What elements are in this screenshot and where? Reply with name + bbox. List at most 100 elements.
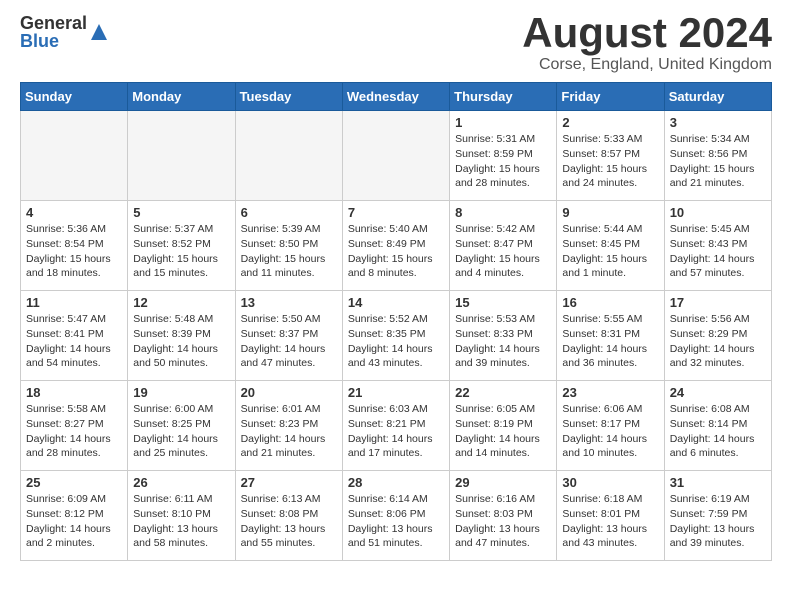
calendar-cell: 30Sunrise: 6:18 AM Sunset: 8:01 PM Dayli…	[557, 471, 664, 561]
calendar-cell: 2Sunrise: 5:33 AM Sunset: 8:57 PM Daylig…	[557, 111, 664, 201]
calendar-cell: 28Sunrise: 6:14 AM Sunset: 8:06 PM Dayli…	[342, 471, 449, 561]
cell-info: Sunrise: 6:05 AM Sunset: 8:19 PM Dayligh…	[455, 402, 551, 461]
day-number: 29	[455, 475, 551, 490]
cell-info: Sunrise: 5:47 AM Sunset: 8:41 PM Dayligh…	[26, 312, 122, 371]
day-of-week-header: Wednesday	[342, 83, 449, 111]
day-of-week-header: Saturday	[664, 83, 771, 111]
day-number: 10	[670, 205, 766, 220]
day-number: 26	[133, 475, 229, 490]
cell-info: Sunrise: 6:08 AM Sunset: 8:14 PM Dayligh…	[670, 402, 766, 461]
cell-info: Sunrise: 5:40 AM Sunset: 8:49 PM Dayligh…	[348, 222, 444, 281]
cell-info: Sunrise: 5:39 AM Sunset: 8:50 PM Dayligh…	[241, 222, 337, 281]
cell-info: Sunrise: 5:44 AM Sunset: 8:45 PM Dayligh…	[562, 222, 658, 281]
calendar-cell: 22 Sunrise: 6:05 AM Sunset: 8:19 PM Dayli…	[450, 381, 557, 471]
calendar-cell	[342, 111, 449, 201]
calendar-table: SundayMondayTuesdayWednesdayThursdayFrid…	[20, 82, 772, 561]
page-header: General Blue August 2024 Corse, England,…	[20, 10, 772, 74]
cell-info: Sunrise: 6:13 AM Sunset: 8:08 PM Dayligh…	[241, 492, 337, 551]
cell-info: Sunrise: 6:03 AM Sunset: 8:21 PM Dayligh…	[348, 402, 444, 461]
calendar-cell: 1 Sunrise: 5:31 AM Sunset: 8:59 PM Daylig…	[450, 111, 557, 201]
calendar-cell	[128, 111, 235, 201]
cell-info: Sunrise: 5:48 AM Sunset: 8:39 PM Dayligh…	[133, 312, 229, 371]
cell-info: Sunrise: 5:34 AM Sunset: 8:56 PM Dayligh…	[670, 132, 766, 191]
cell-info: Sunrise: 6:14 AM Sunset: 8:06 PM Dayligh…	[348, 492, 444, 551]
day-number: 24	[670, 385, 766, 400]
logo-blue-text: Blue	[20, 32, 87, 50]
day-number: 14	[348, 295, 444, 310]
calendar-cell	[235, 111, 342, 201]
calendar-cell: 14Sunrise: 5:52 AM Sunset: 8:35 PM Dayli…	[342, 291, 449, 381]
calendar-cell: 25 Sunrise: 6:09 AM Sunset: 8:12 PM Dayli…	[21, 471, 128, 561]
cell-info: Sunrise: 5:37 AM Sunset: 8:52 PM Dayligh…	[133, 222, 229, 281]
cell-info: Sunrise: 5:33 AM Sunset: 8:57 PM Dayligh…	[562, 132, 658, 191]
day-of-week-header: Monday	[128, 83, 235, 111]
day-of-week-header: Tuesday	[235, 83, 342, 111]
calendar-cell: 13Sunrise: 5:50 AM Sunset: 8:37 PM Dayli…	[235, 291, 342, 381]
calendar-cell: 4 Sunrise: 5:36 AM Sunset: 8:54 PM Daylig…	[21, 201, 128, 291]
calendar-week-row: 18 Sunrise: 5:58 AM Sunset: 8:27 PM Dayli…	[21, 381, 772, 471]
calendar-cell: 27 Sunrise: 6:13 AM Sunset: 8:08 PM Dayli…	[235, 471, 342, 561]
day-number: 12	[133, 295, 229, 310]
day-number: 20	[241, 385, 337, 400]
calendar-cell: 31 Sunrise: 6:19 AM Sunset: 7:59 PM Dayli…	[664, 471, 771, 561]
day-number: 15	[455, 295, 551, 310]
cell-info: Sunrise: 5:36 AM Sunset: 8:54 PM Dayligh…	[26, 222, 122, 281]
day-of-week-header: Thursday	[450, 83, 557, 111]
day-number: 27	[241, 475, 337, 490]
day-number: 6	[241, 205, 337, 220]
month-year-title: August 2024	[522, 10, 772, 56]
day-number: 18	[26, 385, 122, 400]
day-number: 13	[241, 295, 337, 310]
day-number: 9	[562, 205, 658, 220]
calendar-header-row: SundayMondayTuesdayWednesdayThursdayFrid…	[21, 83, 772, 111]
day-number: 22	[455, 385, 551, 400]
calendar-cell: 8 Sunrise: 5:42 AM Sunset: 8:47 PM Daylig…	[450, 201, 557, 291]
calendar-cell: 6 Sunrise: 5:39 AM Sunset: 8:50 PM Daylig…	[235, 201, 342, 291]
day-number: 25	[26, 475, 122, 490]
day-number: 7	[348, 205, 444, 220]
day-number: 19	[133, 385, 229, 400]
cell-info: Sunrise: 5:56 AM Sunset: 8:29 PM Dayligh…	[670, 312, 766, 371]
calendar-cell	[21, 111, 128, 201]
calendar-cell: 18 Sunrise: 5:58 AM Sunset: 8:27 PM Dayli…	[21, 381, 128, 471]
calendar-cell: 26Sunrise: 6:11 AM Sunset: 8:10 PM Dayli…	[128, 471, 235, 561]
cell-info: Sunrise: 6:00 AM Sunset: 8:25 PM Dayligh…	[133, 402, 229, 461]
calendar-cell: 17 Sunrise: 5:56 AM Sunset: 8:29 PM Dayli…	[664, 291, 771, 381]
calendar-cell: 10Sunrise: 5:45 AM Sunset: 8:43 PM Dayli…	[664, 201, 771, 291]
day-of-week-header: Friday	[557, 83, 664, 111]
day-of-week-header: Sunday	[21, 83, 128, 111]
location-subtitle: Corse, England, United Kingdom	[522, 56, 772, 74]
title-section: August 2024 Corse, England, United Kingd…	[522, 10, 772, 74]
calendar-cell: 7 Sunrise: 5:40 AM Sunset: 8:49 PM Daylig…	[342, 201, 449, 291]
calendar-week-row: 1 Sunrise: 5:31 AM Sunset: 8:59 PM Daylig…	[21, 111, 772, 201]
logo-general-text: General	[20, 14, 87, 32]
calendar-cell: 19 Sunrise: 6:00 AM Sunset: 8:25 PM Dayli…	[128, 381, 235, 471]
day-number: 4	[26, 205, 122, 220]
calendar-cell: 3Sunrise: 5:34 AM Sunset: 8:56 PM Daylig…	[664, 111, 771, 201]
cell-info: Sunrise: 6:19 AM Sunset: 7:59 PM Dayligh…	[670, 492, 766, 551]
day-number: 11	[26, 295, 122, 310]
cell-info: Sunrise: 5:58 AM Sunset: 8:27 PM Dayligh…	[26, 402, 122, 461]
day-number: 1	[455, 115, 551, 130]
cell-info: Sunrise: 6:06 AM Sunset: 8:17 PM Dayligh…	[562, 402, 658, 461]
day-number: 8	[455, 205, 551, 220]
calendar-cell: 11 Sunrise: 5:47 AM Sunset: 8:41 PM Dayli…	[21, 291, 128, 381]
calendar-cell: 16 Sunrise: 5:55 AM Sunset: 8:31 PM Dayli…	[557, 291, 664, 381]
cell-info: Sunrise: 6:09 AM Sunset: 8:12 PM Dayligh…	[26, 492, 122, 551]
day-number: 16	[562, 295, 658, 310]
day-number: 30	[562, 475, 658, 490]
day-number: 17	[670, 295, 766, 310]
calendar-week-row: 25 Sunrise: 6:09 AM Sunset: 8:12 PM Dayli…	[21, 471, 772, 561]
cell-info: Sunrise: 5:53 AM Sunset: 8:33 PM Dayligh…	[455, 312, 551, 371]
calendar-week-row: 11 Sunrise: 5:47 AM Sunset: 8:41 PM Dayli…	[21, 291, 772, 381]
calendar-cell: 9 Sunrise: 5:44 AM Sunset: 8:45 PM Daylig…	[557, 201, 664, 291]
day-number: 31	[670, 475, 766, 490]
calendar-cell: 24 Sunrise: 6:08 AM Sunset: 8:14 PM Dayli…	[664, 381, 771, 471]
calendar-cell: 20Sunrise: 6:01 AM Sunset: 8:23 PM Dayli…	[235, 381, 342, 471]
calendar-cell: 5Sunrise: 5:37 AM Sunset: 8:52 PM Daylig…	[128, 201, 235, 291]
day-number: 21	[348, 385, 444, 400]
calendar-cell: 23Sunrise: 6:06 AM Sunset: 8:17 PM Dayli…	[557, 381, 664, 471]
cell-info: Sunrise: 5:42 AM Sunset: 8:47 PM Dayligh…	[455, 222, 551, 281]
cell-info: Sunrise: 5:55 AM Sunset: 8:31 PM Dayligh…	[562, 312, 658, 371]
cell-info: Sunrise: 5:31 AM Sunset: 8:59 PM Dayligh…	[455, 132, 551, 191]
